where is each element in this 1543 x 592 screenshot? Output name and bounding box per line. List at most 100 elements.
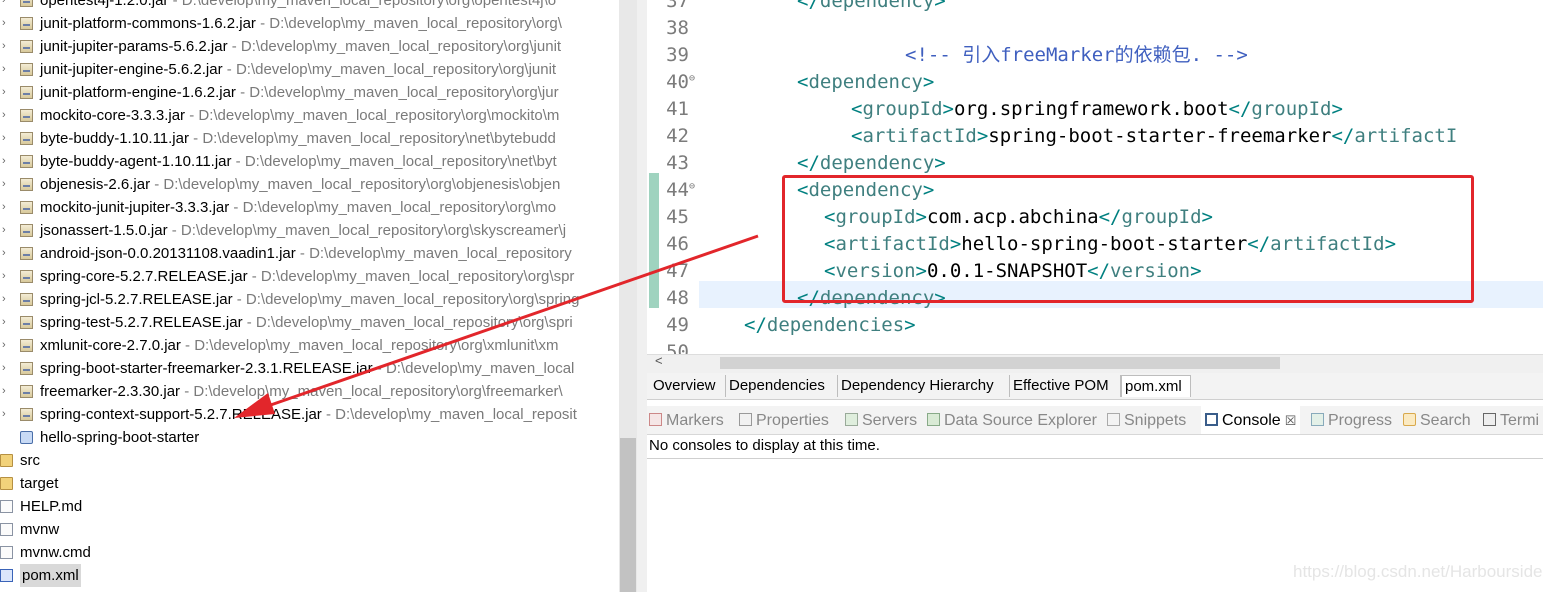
explorer-scrollbar-thumb[interactable] (620, 438, 636, 592)
jar-icon (20, 408, 33, 421)
editor-scrollbar-thumb[interactable] (720, 357, 1280, 369)
expand-arrow-icon[interactable]: › (2, 0, 12, 12)
tree-item-label: junit-jupiter-engine-5.6.2.jar - D:\deve… (40, 58, 556, 81)
code-line[interactable]: 42 <artifactId>spring-boot-starter-freema… (647, 123, 1543, 150)
search-icon (1403, 413, 1416, 426)
jar-icon (20, 339, 33, 352)
pane-separator[interactable] (637, 0, 647, 592)
close-icon[interactable]: ☒ (1285, 413, 1297, 428)
tab-progress[interactable]: Progress (1311, 406, 1392, 434)
tab-overview[interactable]: Overview (650, 375, 726, 397)
tree-item-label: target (20, 472, 58, 495)
xml-bracket: </ (744, 314, 767, 336)
tree-item-label: android-json-0.0.20131108.vaadin1.jar - … (40, 242, 572, 265)
console-divider (647, 458, 1543, 459)
expand-arrow-icon[interactable]: › (2, 357, 12, 380)
tree-item-label: spring-core-5.2.7.RELEASE.jar - D:\devel… (40, 265, 574, 288)
code-line[interactable]: 50 (647, 339, 1543, 354)
tree-item-label: junit-platform-commons-1.6.2.jar - D:\de… (40, 12, 562, 35)
expand-arrow-icon[interactable]: › (2, 403, 12, 426)
line-number: 40 (666, 71, 689, 93)
expand-arrow-icon[interactable]: › (2, 150, 12, 173)
fold-icon[interactable]: ⊖ (689, 173, 695, 200)
expand-arrow-icon[interactable]: › (2, 219, 12, 242)
code-line[interactable]: 38 (647, 15, 1543, 42)
code-line[interactable]: 43 </dependency> (647, 150, 1543, 177)
xml-bracket: > (942, 98, 954, 120)
tree-item-name: mvnw (20, 521, 60, 538)
tab-search[interactable]: Search (1403, 406, 1471, 434)
line-number: 46 (666, 233, 689, 255)
tree-item-label: spring-boot-starter-freemarker-2.3.1.REL… (40, 357, 574, 380)
expand-arrow-icon[interactable]: › (2, 196, 12, 219)
expand-arrow-icon[interactable]: › (2, 334, 12, 357)
scroll-left-icon[interactable]: < (655, 353, 663, 368)
maven-pom-icon (0, 569, 13, 582)
properties-icon (739, 413, 752, 426)
fold-icon[interactable]: ⊖ (689, 65, 695, 92)
code-text: </dependency> (797, 0, 946, 15)
tab-terminal[interactable]: Termi (1483, 406, 1539, 434)
jar-icon (20, 132, 33, 145)
tab-snippets-label: Snippets (1124, 412, 1187, 429)
code-text: <groupId>org.springframework.boot</group… (851, 96, 1343, 123)
xml-bracket: </ (1331, 125, 1355, 147)
expand-arrow-icon[interactable]: › (2, 380, 12, 403)
xml-text: org.springframework.boot (953, 98, 1229, 120)
tree-item-label: hello-spring-boot-starter (40, 426, 199, 449)
code-line[interactable]: 49 </dependencies> (647, 312, 1543, 339)
tree-item-name: spring-core-5.2.7.RELEASE.jar (40, 268, 248, 285)
tab-properties[interactable]: Properties (739, 406, 829, 434)
expand-arrow-icon[interactable]: › (2, 311, 12, 334)
console-message: No consoles to display at this time. (649, 437, 880, 454)
tree-item-name: mvnw.cmd (20, 544, 91, 561)
expand-arrow-icon[interactable]: › (2, 58, 12, 81)
tab-dependencies[interactable]: Dependencies (726, 375, 838, 397)
code-line[interactable]: 41 <groupId>org.springframework.boot</gro… (647, 96, 1543, 123)
tree-item-label: freemarker-2.3.30.jar - D:\develop\my_ma… (40, 380, 563, 403)
tree-item-path: - D:\develop\my_maven_local_repository\o… (242, 314, 573, 331)
tab-dependency-hierarchy[interactable]: Dependency Hierarchy (838, 375, 1010, 397)
expand-arrow-icon[interactable]: › (2, 104, 12, 127)
data-source-icon (927, 413, 940, 426)
expand-arrow-icon[interactable]: › (2, 242, 12, 265)
expand-arrow-icon[interactable]: › (2, 35, 12, 58)
jar-icon (20, 293, 33, 306)
code-line[interactable]: 39 <!-- 引入freeMarker的依赖包. --> (647, 42, 1543, 69)
tab-servers[interactable]: Servers (845, 406, 917, 434)
code-text: </dependency> (797, 150, 946, 177)
expand-arrow-icon[interactable]: › (2, 173, 12, 196)
expand-arrow-icon[interactable]: › (2, 265, 12, 288)
line-number: 47 (666, 260, 689, 282)
expand-arrow-icon[interactable]: › (2, 288, 12, 311)
terminal-icon (1483, 413, 1496, 426)
xml-bracket: > (934, 152, 946, 174)
jar-icon (20, 155, 33, 168)
xml-tag-name: groupId (862, 98, 943, 120)
expand-arrow-icon[interactable]: › (2, 127, 12, 150)
xml-tag-name: dependency (819, 152, 935, 174)
tab-snippets[interactable]: Snippets (1107, 406, 1186, 434)
tab-pom-xml[interactable]: pom.xml (1121, 375, 1191, 397)
xml-tag-name: dependency (808, 71, 923, 93)
tab-console[interactable]: Console ☒ (1201, 406, 1301, 434)
tree-item-name: junit-platform-engine-1.6.2.jar (40, 84, 236, 101)
tree-item-name: byte-buddy-agent-1.10.11.jar (40, 153, 232, 170)
code-text: <!-- 引入freeMarker的依赖包. --> (905, 42, 1248, 69)
tab-markers[interactable]: Markers (649, 406, 724, 434)
project-explorer: › opentest4j-1.2.0.jar - D:\develop\my_ma… (0, 0, 619, 592)
tree-item-name: spring-jcl-5.2.7.RELEASE.jar (40, 291, 233, 308)
xml-bracket: </ (797, 152, 820, 174)
xml-bracket: < (851, 98, 863, 120)
tree-item-label: spring-test-5.2.7.RELEASE.jar - D:\devel… (40, 311, 573, 334)
tree-item-path: - D:\develop\my_maven_local_repository\o… (150, 176, 561, 193)
jar-icon (20, 0, 33, 7)
code-line[interactable]: 40 ⊖ <dependency> (647, 69, 1543, 96)
tree-item-name: spring-boot-starter-freemarker-2.3.1.REL… (40, 360, 373, 377)
tab-data-source-explorer[interactable]: Data Source Explorer (927, 406, 1097, 434)
expand-arrow-icon[interactable]: › (2, 81, 12, 104)
line-number: 49 (666, 314, 689, 336)
code-line[interactable]: 37 </dependency> (647, 0, 1543, 15)
tab-effective-pom[interactable]: Effective POM (1010, 375, 1121, 397)
expand-arrow-icon[interactable]: › (2, 12, 12, 35)
